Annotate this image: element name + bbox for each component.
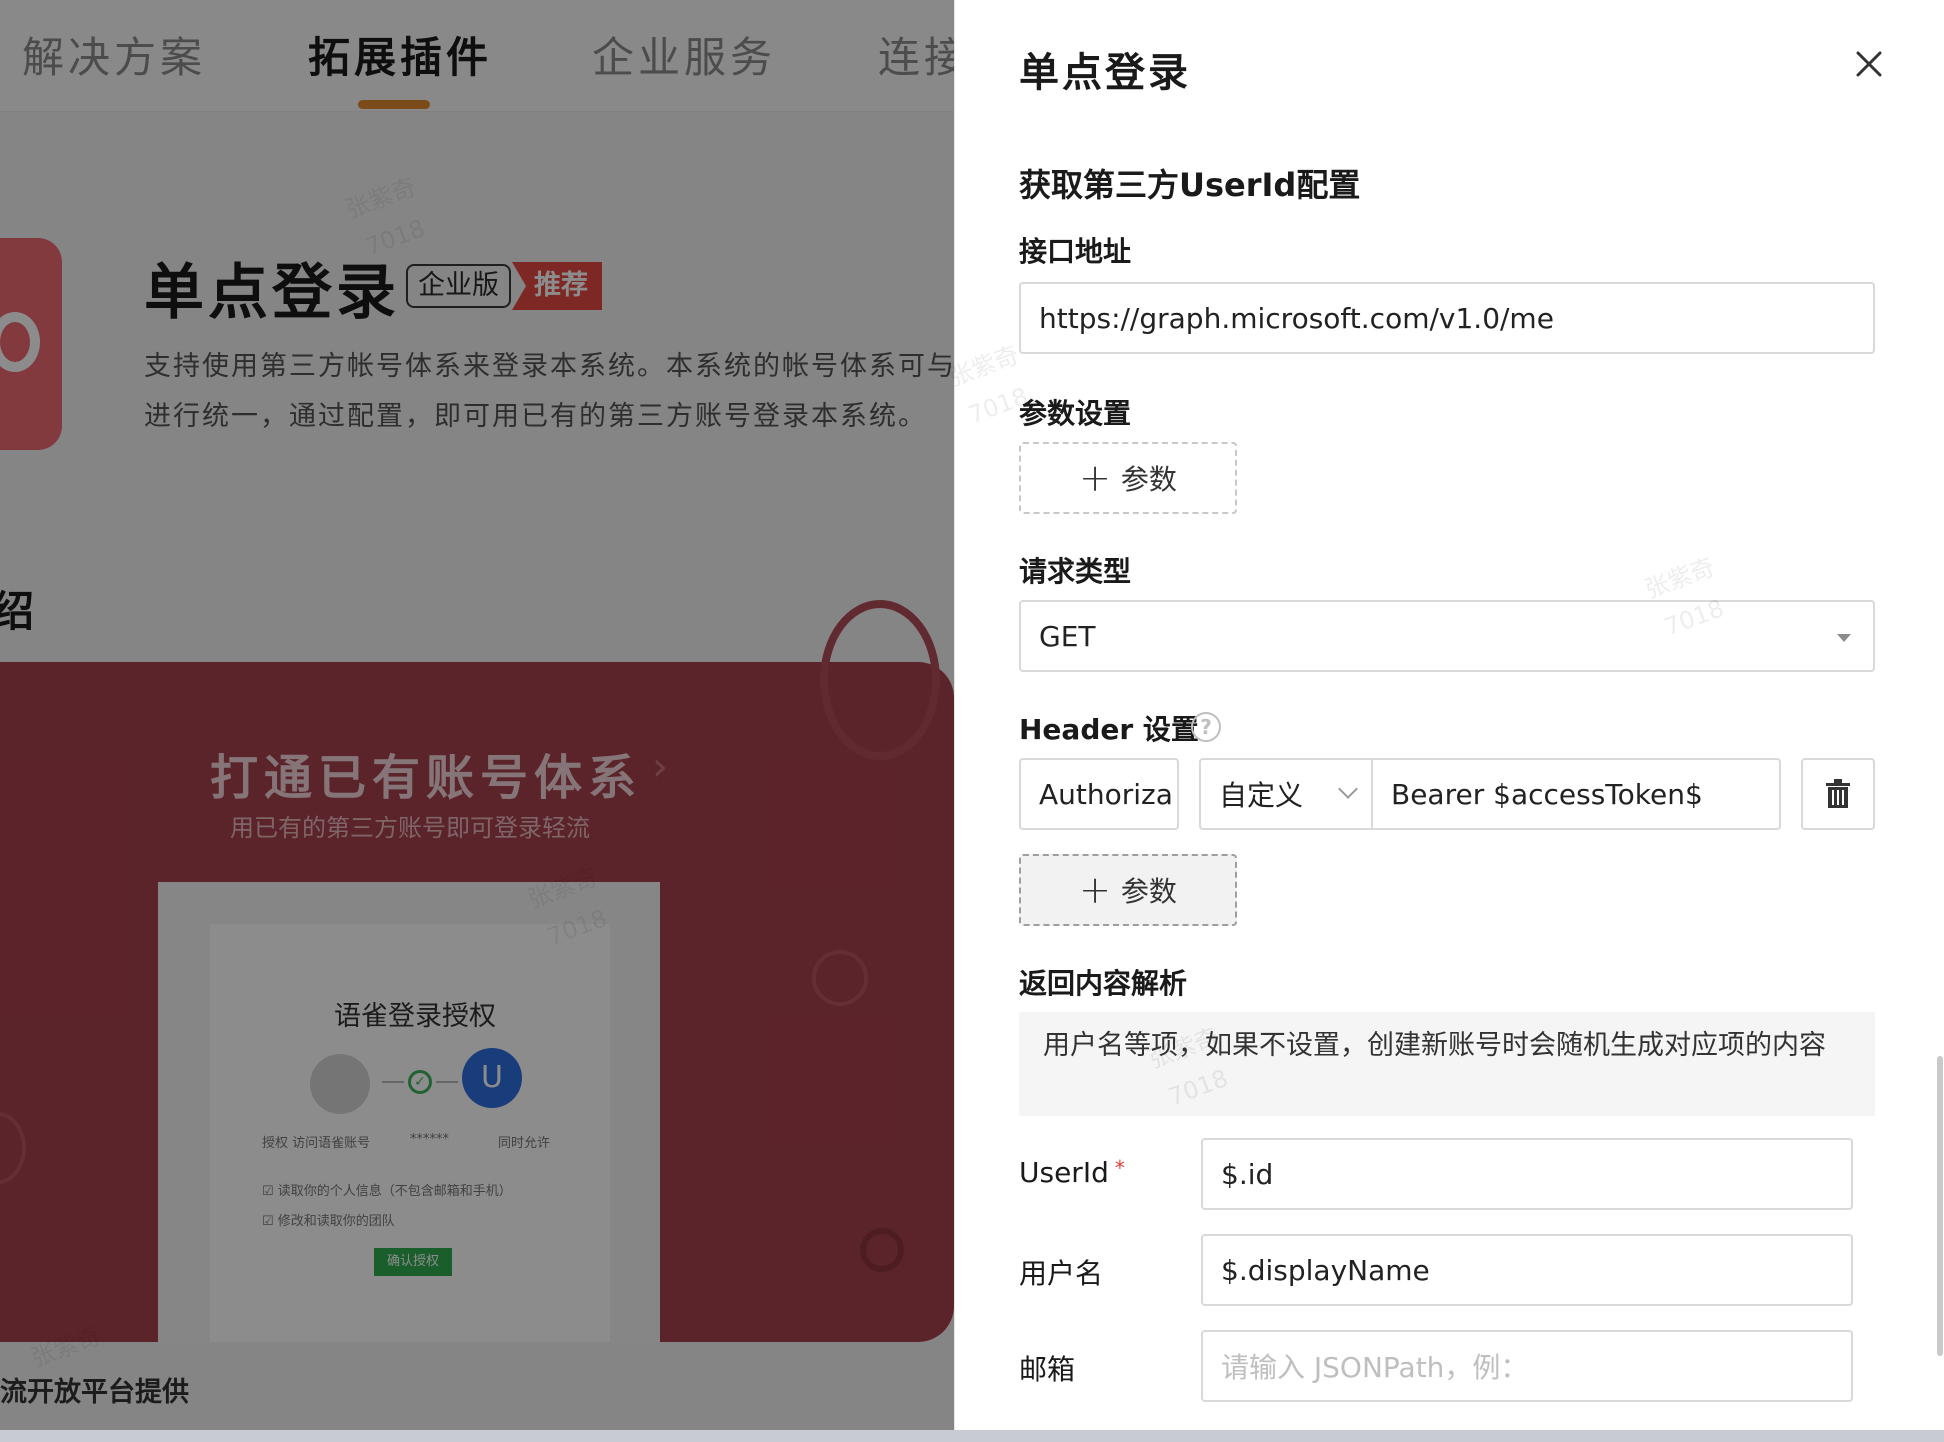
plus-icon: + bbox=[1079, 868, 1111, 912]
username-label: 用户名 bbox=[1019, 1257, 1104, 1290]
header-label: Header 设置 bbox=[1019, 713, 1199, 746]
endpoint-input[interactable]: https://graph.microsoft.com/v1.0/me bbox=[1019, 282, 1875, 354]
header-value-input[interactable]: Bearer $accessToken$ bbox=[1371, 758, 1781, 830]
add-header-param-button[interactable]: + 参数 bbox=[1019, 854, 1237, 926]
email-input[interactable]: 请输入 JSONPath，例： bbox=[1201, 1330, 1853, 1402]
trash-icon bbox=[1826, 779, 1850, 808]
add-param-label: 参数 bbox=[1120, 463, 1177, 496]
add-header-param-label: 参数 bbox=[1120, 875, 1177, 908]
drawer-title: 单点登录 bbox=[1019, 50, 1191, 96]
background-page: 解决方案 拓展插件 企业服务 连接 单点登录 企业版 推荐 支持使用第三方帐号体… bbox=[0, 0, 954, 1430]
username-value: $.displayName bbox=[1221, 1253, 1430, 1287]
header-key-input[interactable]: Authoriza bbox=[1019, 758, 1179, 830]
sso-config-drawer: 单点登录 获取第三方UserId配置 接口地址 https://graph.mi… bbox=[945, 0, 1944, 1430]
plus-icon: + bbox=[1079, 456, 1111, 500]
method-select[interactable]: GET bbox=[1019, 600, 1875, 672]
system-taskbar bbox=[0, 1430, 1944, 1442]
method-value: GET bbox=[1039, 619, 1096, 653]
endpoint-label: 接口地址 bbox=[1019, 235, 1132, 268]
method-label: 请求类型 bbox=[1019, 555, 1132, 588]
header-type-value: 自定义 bbox=[1219, 779, 1304, 812]
drawer-scrollbar[interactable] bbox=[1937, 1056, 1943, 1356]
section-title: 获取第三方UserId配置 bbox=[1019, 166, 1361, 204]
chevron-down-icon bbox=[1338, 779, 1358, 799]
delete-header-button[interactable] bbox=[1801, 758, 1875, 830]
userid-input[interactable]: $.id bbox=[1201, 1138, 1853, 1210]
userid-label: UserId * bbox=[1019, 1156, 1125, 1189]
watermark-name: 张紫奇 bbox=[945, 340, 1023, 392]
help-circle-icon[interactable]: ? bbox=[1191, 712, 1221, 742]
header-key-value: Authoriza bbox=[1039, 777, 1173, 811]
email-placeholder: 请输入 JSONPath，例： bbox=[1221, 1351, 1529, 1384]
response-label: 返回内容解析 bbox=[1019, 967, 1188, 1000]
header-value-text: Bearer $accessToken$ bbox=[1391, 777, 1703, 811]
endpoint-value: https://graph.microsoft.com/v1.0/me bbox=[1039, 301, 1554, 335]
response-info-text: 用户名等项，如果不设置，创建新账号时会随机生成对应项的内容 bbox=[1019, 1012, 1875, 1116]
email-label: 邮箱 bbox=[1019, 1353, 1076, 1386]
required-mark: * bbox=[1114, 1156, 1125, 1180]
userid-label-text: UserId bbox=[1019, 1156, 1109, 1189]
userid-value: $.id bbox=[1221, 1157, 1274, 1191]
add-param-button[interactable]: + 参数 bbox=[1019, 442, 1237, 514]
caret-down-icon bbox=[1837, 634, 1851, 642]
modal-overlay[interactable] bbox=[0, 0, 954, 1430]
watermark-name: 张紫奇 bbox=[1641, 552, 1719, 604]
username-input[interactable]: $.displayName bbox=[1201, 1234, 1853, 1306]
header-type-select[interactable]: 自定义 bbox=[1199, 758, 1373, 830]
close-icon[interactable] bbox=[1849, 44, 1889, 84]
